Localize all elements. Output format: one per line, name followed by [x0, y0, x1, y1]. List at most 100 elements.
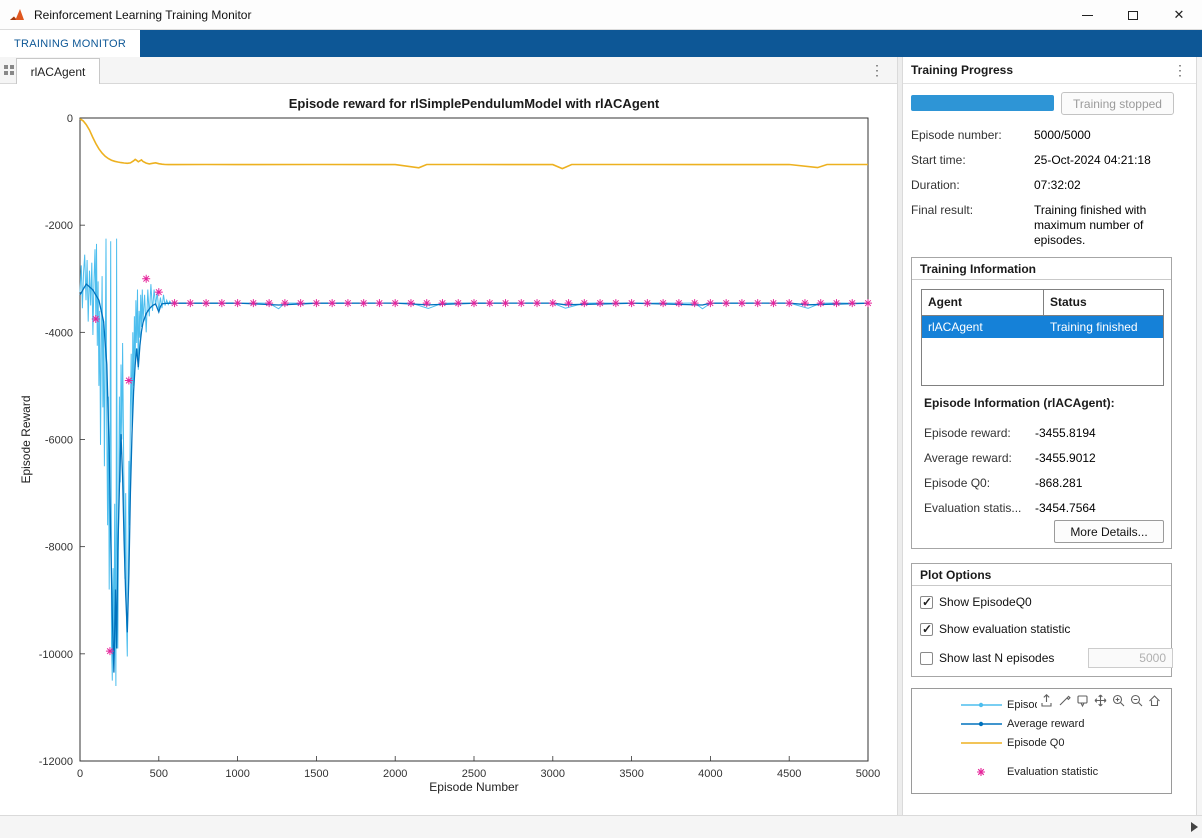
eval-star-marker: [470, 299, 478, 307]
eval-star-marker: [218, 299, 226, 307]
scroll-right-icon[interactable]: [1191, 822, 1198, 832]
checkbox-icon[interactable]: [920, 652, 933, 665]
checkbox-icon[interactable]: [920, 623, 933, 636]
y-tick-label: -10000: [39, 649, 73, 661]
eval-star-marker: [533, 299, 541, 307]
progress-bar: [911, 95, 1054, 111]
x-tick-label: 5000: [856, 768, 880, 780]
toolstrip-tab-training-monitor[interactable]: TRAINING MONITOR: [0, 30, 140, 57]
eval-star-marker: [754, 299, 762, 307]
x-tick-label: 3500: [619, 768, 643, 780]
status-cell: Training finished: [1044, 316, 1163, 338]
export-icon[interactable]: [1039, 693, 1054, 708]
panel-menu-icon[interactable]: [1172, 62, 1188, 78]
episode-reward-chart[interactable]: 0500100015002000250030003500400045005000…: [0, 84, 897, 815]
more-details-button[interactable]: More Details...: [1054, 520, 1164, 543]
legend-entry-evaluation-statistic[interactable]: Evaluation statistic: [912, 764, 1171, 780]
eval-star-marker: [281, 299, 289, 307]
agent-table-header: Agent Status: [922, 290, 1163, 316]
x-tick-label: 2500: [462, 768, 486, 780]
average-reward-line-sample: [959, 718, 1004, 730]
checkbox-show-episodeq0[interactable]: Show EpisodeQ0: [912, 595, 1173, 611]
scrollbar-gutter[interactable]: [1196, 57, 1202, 815]
eval-star-marker: [769, 299, 777, 307]
tab-overflow-icon[interactable]: [869, 62, 885, 78]
field-label: Episode number:: [911, 128, 1031, 142]
eval-star-marker: [659, 299, 667, 307]
chart-title: Episode reward for rlSimplePendulumModel…: [289, 96, 660, 111]
brush-icon[interactable]: [1057, 693, 1072, 708]
x-tick-label: 0: [77, 768, 83, 780]
window-title: Reinforcement Learning Training Monitor: [34, 8, 251, 22]
x-tick-label: 4000: [698, 768, 722, 780]
eval-star-marker: [738, 299, 746, 307]
stat-label: Episode Q0:: [924, 476, 1034, 490]
datatip-icon[interactable]: [1075, 693, 1090, 708]
checkbox-show-evaluation-statistic[interactable]: Show evaluation statistic: [912, 622, 1173, 638]
eval-star-marker: [864, 299, 872, 307]
training-stopped-button[interactable]: Training stopped: [1061, 92, 1174, 115]
eval-star-marker: [454, 299, 462, 307]
y-tick-label: -2000: [45, 220, 73, 232]
progress-bar-fill: [911, 95, 1054, 111]
zoom-in-icon[interactable]: [1111, 693, 1126, 708]
document-list-icon[interactable]: [3, 64, 15, 76]
plot-panel: 0500100015002000250030003500400045005000…: [0, 84, 897, 815]
eval-star-marker: [297, 299, 305, 307]
stat-value: -3455.9012: [1035, 451, 1165, 465]
eval-star-marker: [171, 299, 179, 307]
close-icon: [1174, 7, 1185, 23]
eval-star-marker: [312, 299, 320, 307]
eval-star-marker: [706, 299, 714, 307]
legend-entry-average-reward[interactable]: Average reward: [912, 716, 1171, 732]
eval-star-marker: [817, 299, 825, 307]
minimize-button[interactable]: [1064, 0, 1110, 30]
agent-column-header[interactable]: Agent: [922, 290, 1044, 315]
close-button[interactable]: [1156, 0, 1202, 30]
x-tick-label: 3000: [541, 768, 565, 780]
eval-star-marker: [502, 299, 510, 307]
axes-toolbar: [1037, 692, 1164, 709]
last-n-episodes-input[interactable]: [1088, 648, 1173, 668]
tab-rlacagent[interactable]: rlACAgent: [16, 58, 100, 84]
training-information-title: Training Information: [912, 258, 1171, 280]
x-tick-label: 1000: [225, 768, 249, 780]
toolstrip: TRAINING MONITOR: [0, 30, 1202, 57]
agent-table-row[interactable]: rlACAgent Training finished: [922, 316, 1163, 338]
status-column-header[interactable]: Status: [1044, 290, 1163, 315]
eval-star-marker: [691, 299, 699, 307]
eval-star-marker: [438, 299, 446, 307]
x-tick-label: 1500: [304, 768, 328, 780]
axes-box: [80, 118, 868, 761]
pan-icon[interactable]: [1093, 693, 1108, 708]
eval-star-marker: [407, 299, 415, 307]
checkbox-icon[interactable]: [920, 596, 933, 609]
plot-options-title: Plot Options: [912, 564, 1171, 586]
chart-mount[interactable]: 0500100015002000250030003500400045005000…: [0, 84, 897, 815]
eval-star-marker: [486, 299, 494, 307]
legend-entry-episode-q0[interactable]: Episode Q0: [912, 735, 1171, 751]
home-icon[interactable]: [1147, 693, 1162, 708]
y-tick-label: -4000: [45, 327, 73, 339]
eval-star-marker: [832, 299, 840, 307]
field-label: Duration:: [911, 178, 1031, 192]
y-tick-label: -12000: [39, 756, 73, 768]
legend-panel: Episode reward Average reward Episode Q0: [911, 688, 1172, 794]
stat-label: Evaluation statis...: [924, 501, 1034, 515]
legend-label: Average reward: [1007, 718, 1084, 730]
eval-star-marker: [344, 299, 352, 307]
app-window: Reinforcement Learning Training Monitor …: [0, 0, 1202, 838]
stat-value: -868.281: [1035, 476, 1165, 490]
field-label: Final result:: [911, 203, 1031, 217]
zoom-out-icon[interactable]: [1129, 693, 1144, 708]
status-bar: [0, 815, 1202, 838]
training-progress-header: Training Progress: [903, 57, 1196, 84]
maximize-button[interactable]: [1110, 0, 1156, 30]
checkbox-label: Show EpisodeQ0: [939, 595, 1032, 609]
agent-table[interactable]: Agent Status rlACAgent Training finished: [921, 289, 1164, 386]
eval-star-marker: [549, 299, 557, 307]
window-controls: [1064, 0, 1202, 30]
document-tab-bar: rlACAgent: [0, 57, 897, 84]
eval-star-marker: [125, 377, 133, 385]
eval-star-marker: [565, 299, 573, 307]
